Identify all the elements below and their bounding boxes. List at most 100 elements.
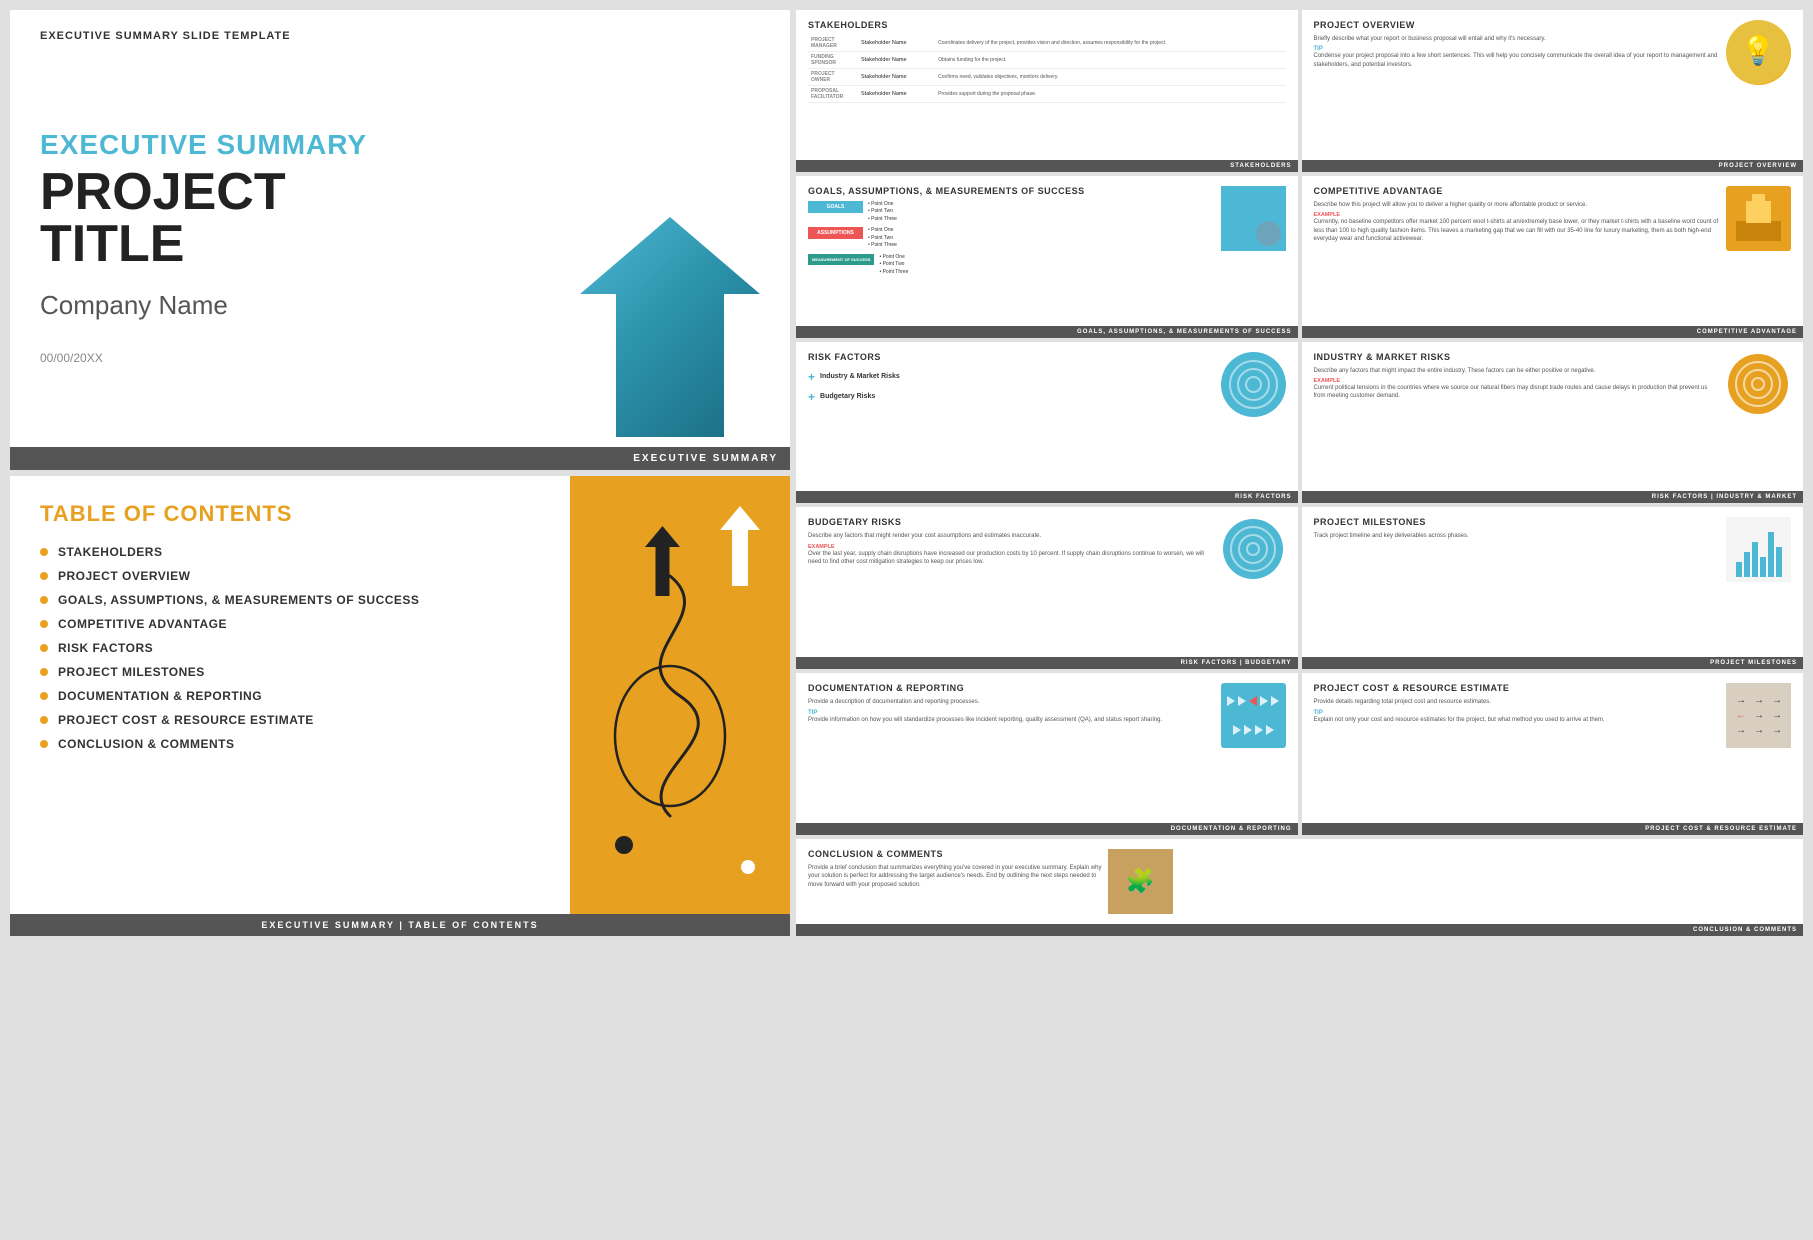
exec-blue-title: EXECUTIVE SUMMARY bbox=[40, 129, 560, 161]
budget-example-body: Over the last year, supply chain disrupt… bbox=[808, 550, 1213, 567]
docs-tip-body: Provide information on how you will stan… bbox=[808, 716, 1221, 724]
goals-item-2: ASSUMPTIONS • Point One• Point Two• Poin… bbox=[808, 227, 1221, 250]
industry-title: INDUSTRY & MARKET RISKS bbox=[1314, 352, 1719, 362]
stakeholders-footer: STAKEHOLDERS bbox=[796, 160, 1298, 172]
svg-text:→: → bbox=[1772, 710, 1782, 721]
risk-title: RISK FACTORS bbox=[808, 352, 1221, 362]
overview-footer: PROJECT OVERVIEW bbox=[1302, 160, 1804, 172]
comp-adv-example-body: Currently, no baseline competitors offer… bbox=[1314, 218, 1727, 243]
risk-item-2: Budgetary Risks bbox=[820, 393, 875, 400]
cost-title: PROJECT COST & RESOURCE ESTIMATE bbox=[1314, 683, 1727, 693]
toc-bullet bbox=[40, 548, 48, 556]
goals-teal-image bbox=[1221, 186, 1286, 251]
svg-text:←: ← bbox=[1736, 710, 1746, 721]
conclusion-title: CONCLUSION & COMMENTS bbox=[808, 849, 1108, 859]
toc-title: TABLE OF CONTENTS bbox=[40, 501, 540, 527]
milestones-image bbox=[1726, 517, 1791, 582]
cost-footer: PROJECT COST & RESOURCE ESTIMATE bbox=[1302, 823, 1804, 835]
slide-cost-estimate: PROJECT COST & RESOURCE ESTIMATE Provide… bbox=[1302, 673, 1804, 835]
toc-bullet bbox=[40, 716, 48, 724]
stakeholders-title: STAKEHOLDERS bbox=[808, 20, 1286, 30]
cost-tip-body: Explain not only your cost and resource … bbox=[1314, 716, 1727, 724]
exec-subtitle: EXECUTIVE SUMMARY SLIDE TEMPLATE bbox=[40, 30, 760, 42]
goals-item-3: MEASUREMENT OF SUCCESS • Point One• Poin… bbox=[808, 254, 1221, 277]
svg-text:💡: 💡 bbox=[1741, 34, 1776, 67]
toc-item-4: COMPETITIVE ADVANTAGE bbox=[40, 617, 540, 631]
svg-text:→: → bbox=[1754, 725, 1764, 736]
comp-adv-title: COMPETITIVE ADVANTAGE bbox=[1314, 186, 1727, 196]
cost-body: Provide details regarding total project … bbox=[1314, 698, 1727, 706]
slide-table-of-contents: TABLE OF CONTENTS STAKEHOLDERS PROJECT O… bbox=[10, 476, 790, 936]
toc-items: STAKEHOLDERS PROJECT OVERVIEW GOALS, ASS… bbox=[40, 545, 540, 751]
toc-bullet bbox=[40, 740, 48, 748]
docs-arrows-image bbox=[1221, 683, 1286, 748]
toc-bullet bbox=[40, 572, 48, 580]
slide-risk-factors: RISK FACTORS + Industry & Market Risks +… bbox=[796, 342, 1298, 504]
exec-arrow-image bbox=[580, 217, 760, 437]
overview-bulb-image: 💡 bbox=[1726, 20, 1791, 85]
slide-stakeholders: STAKEHOLDERS PROJECT MANAGER Stakeholder… bbox=[796, 10, 1298, 172]
toc-footer: EXECUTIVE SUMMARY | TABLE OF CONTENTS bbox=[10, 914, 790, 936]
toc-item-6: PROJECT MILESTONES bbox=[40, 665, 540, 679]
toc-right-panel bbox=[570, 476, 790, 914]
toc-bullet bbox=[40, 668, 48, 676]
toc-item-9: CONCLUSION & COMMENTS bbox=[40, 737, 540, 751]
risk-maze-image bbox=[1221, 352, 1286, 417]
svg-text:🧩: 🧩 bbox=[1125, 867, 1155, 895]
slide-conclusion: CONCLUSION & COMMENTS Provide a brief co… bbox=[796, 839, 1803, 936]
slide-goals: GOALS, ASSUMPTIONS, & MEASUREMENTS OF SU… bbox=[796, 176, 1298, 338]
svg-text:→: → bbox=[1772, 725, 1782, 736]
industry-example-body: Current political tensions in the countr… bbox=[1314, 384, 1719, 401]
overview-body: Briefly describe what your report or bus… bbox=[1314, 35, 1727, 43]
comp-adv-body: Describe how this project will allow you… bbox=[1314, 201, 1727, 209]
goals-title: GOALS, ASSUMPTIONS, & MEASUREMENTS OF SU… bbox=[808, 186, 1221, 196]
conclusion-puzzle-image: 🧩 bbox=[1108, 849, 1173, 914]
toc-dot-black bbox=[615, 836, 633, 854]
goals-footer: GOALS, ASSUMPTIONS, & MEASUREMENTS OF SU… bbox=[796, 326, 1298, 338]
svg-text:→: → bbox=[1736, 725, 1746, 736]
toc-item-2: PROJECT OVERVIEW bbox=[40, 569, 540, 583]
exec-date: 00/00/20XX bbox=[40, 351, 560, 365]
exec-main-title: PROJECT TITLE bbox=[40, 166, 560, 270]
svg-text:→: → bbox=[1772, 695, 1782, 706]
toc-bullet bbox=[40, 692, 48, 700]
toc-item-1: STAKEHOLDERS bbox=[40, 545, 540, 559]
toc-scribble bbox=[580, 556, 760, 856]
conclusion-footer: CONCLUSION & COMMENTS bbox=[796, 924, 1803, 936]
overview-tip-body: Condense your project proposal into a fe… bbox=[1314, 52, 1727, 69]
toc-item-5: RISK FACTORS bbox=[40, 641, 540, 655]
industry-body: Describe any factors that might impact t… bbox=[1314, 367, 1719, 375]
milestones-title: PROJECT MILESTONES bbox=[1314, 517, 1727, 527]
slide-executive-summary: EXECUTIVE SUMMARY SLIDE TEMPLATE EXECUTI… bbox=[10, 10, 790, 470]
comp-adv-footer: COMPETITIVE ADVANTAGE bbox=[1302, 326, 1804, 338]
docs-body: Provide a description of documentation a… bbox=[808, 698, 1221, 706]
svg-text:→: → bbox=[1754, 710, 1764, 721]
toc-item-7: DOCUMENTATION & REPORTING bbox=[40, 689, 540, 703]
slide-competitive-advantage: COMPETITIVE ADVANTAGE Describe how this … bbox=[1302, 176, 1804, 338]
budget-footer: RISK FACTORS | Budgetary bbox=[796, 657, 1298, 669]
toc-item-3: GOALS, ASSUMPTIONS, & MEASUREMENTS OF SU… bbox=[40, 593, 540, 607]
slide-documentation: DOCUMENTATION & REPORTING Provide a desc… bbox=[796, 673, 1298, 835]
milestones-footer: PROJECT MILESTONES bbox=[1302, 657, 1804, 669]
toc-dot-white bbox=[741, 860, 755, 874]
overview-title: PROJECT OVERVIEW bbox=[1314, 20, 1727, 30]
risk-item-1: Industry & Market Risks bbox=[820, 373, 900, 380]
budget-title: BUDGETARY RISKS bbox=[808, 517, 1213, 527]
toc-bullet bbox=[40, 644, 48, 652]
industry-maze-image bbox=[1726, 352, 1791, 417]
comp-adv-image bbox=[1726, 186, 1791, 251]
cost-cubes-image: → → → ← → → → → → bbox=[1726, 683, 1791, 748]
toc-item-8: PROJECT COST & RESOURCE ESTIMATE bbox=[40, 713, 540, 727]
industry-footer: RISK FACTORS | Industry & Market bbox=[1302, 491, 1804, 503]
conclusion-body: Provide a brief conclusion that summariz… bbox=[808, 864, 1108, 889]
stakeholders-table: PROJECT MANAGER Stakeholder Name Coordin… bbox=[808, 35, 1286, 103]
toc-bullet bbox=[40, 596, 48, 604]
docs-title: DOCUMENTATION & REPORTING bbox=[808, 683, 1221, 693]
slide-industry-market: INDUSTRY & MARKET RISKS Describe any fac… bbox=[1302, 342, 1804, 504]
slide-budgetary-risks: BUDGETARY RISKS Describe any factors tha… bbox=[796, 507, 1298, 669]
exec-company: Company Name bbox=[40, 290, 560, 321]
svg-text:→: → bbox=[1754, 695, 1764, 706]
toc-bullet bbox=[40, 620, 48, 628]
docs-footer: DOCUMENTATION & REPORTING bbox=[796, 823, 1298, 835]
risk-footer: RISK FACTORS bbox=[796, 491, 1298, 503]
